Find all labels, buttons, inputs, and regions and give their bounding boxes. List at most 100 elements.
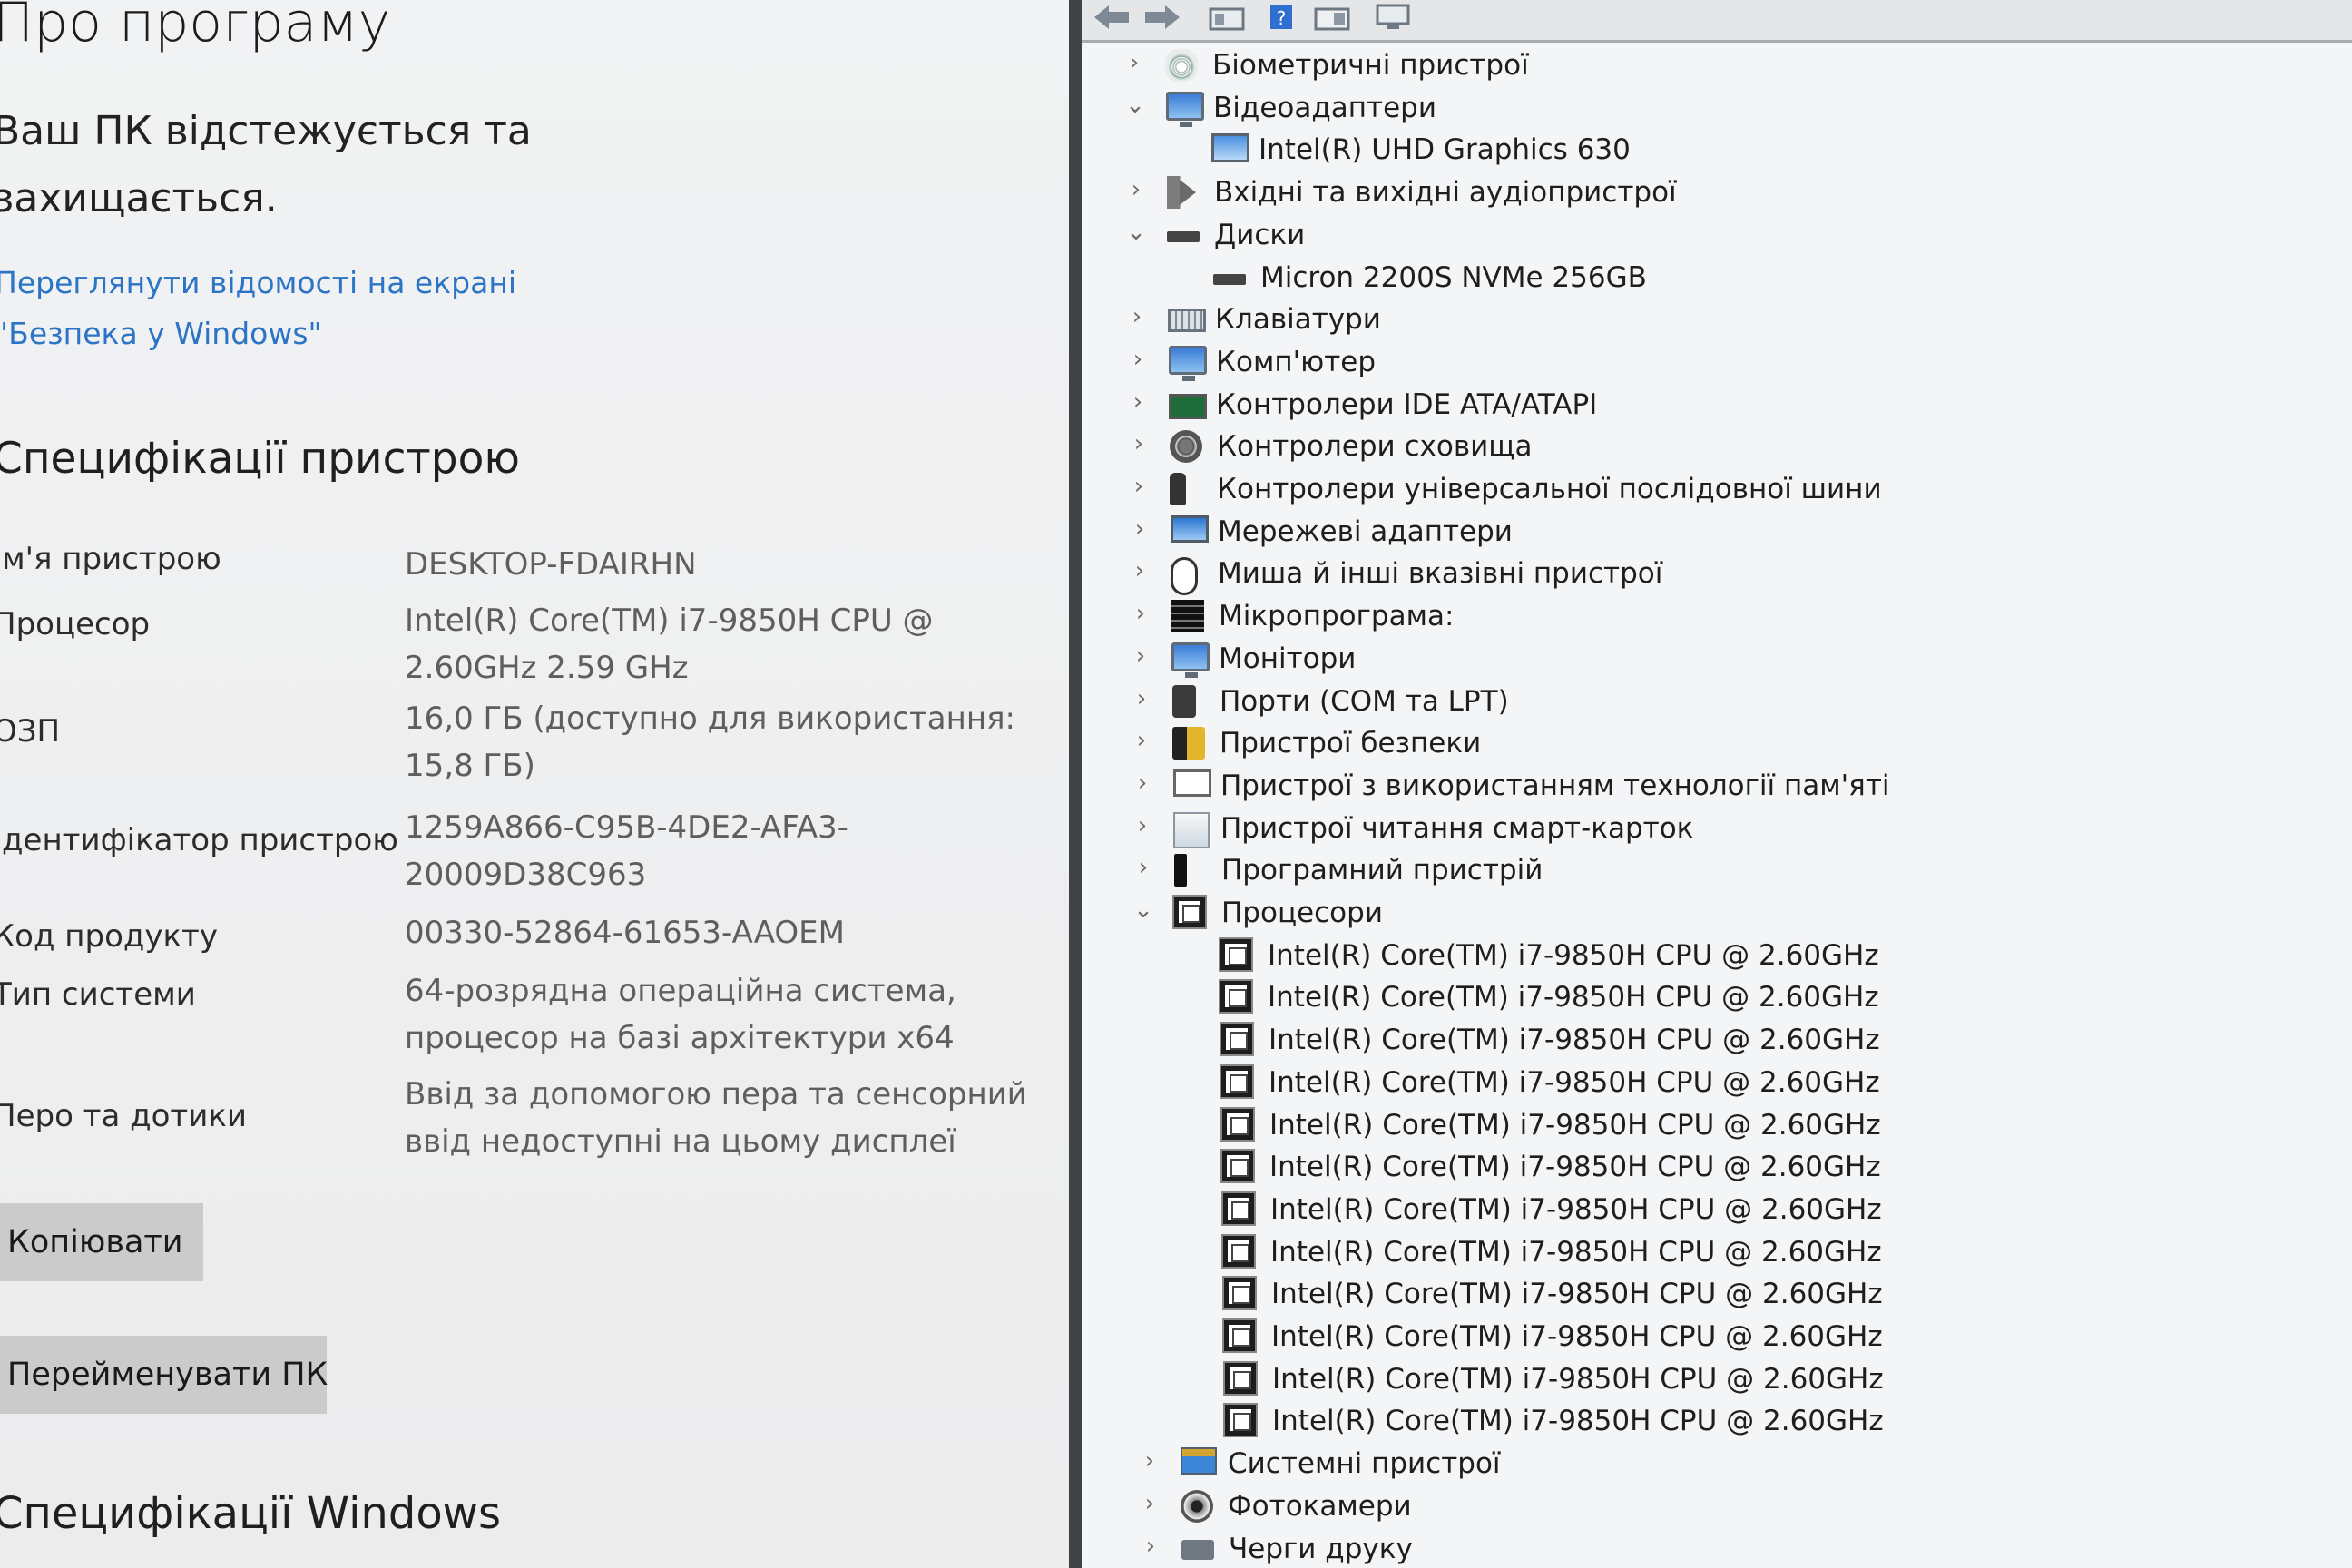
tree-item-label: Intel(R) Core(TM) i7-9850H CPU @ 2.60GHz <box>1271 1320 1883 1353</box>
audio-device-icon <box>1167 176 1200 209</box>
tree-item-label: Intel(R) Core(TM) i7-9850H CPU @ 2.60GHz <box>1272 1363 1884 1396</box>
chevron-right-icon[interactable]: › <box>1123 49 1145 76</box>
chevron-down-icon[interactable]: ⌄ <box>1124 92 1146 119</box>
soft-device-icon <box>1174 854 1187 887</box>
forward-icon[interactable] <box>1140 2 1183 33</box>
chevron-right-icon[interactable]: › <box>1139 1447 1161 1475</box>
tree-item-label: Intel(R) Core(TM) i7-9850H CPU @ 2.60GHz <box>1269 1024 1880 1056</box>
spec-label: Процесор <box>0 606 151 642</box>
print-device-icon <box>1181 1540 1214 1560</box>
spec-value: DESKTOP-FDAIRHN <box>405 546 697 583</box>
tree-item-label: Монітори <box>1219 642 1357 675</box>
page-title: Про програму <box>0 0 391 54</box>
tree-item-label: Пристрої з використанням технології пам'… <box>1220 769 1890 802</box>
cpu-device-icon <box>1225 1405 1256 1436</box>
show-hidden-icon[interactable] <box>1310 2 1354 33</box>
tree-item-label: Контролери універсальної послідовної шин… <box>1217 473 1882 505</box>
properties-icon[interactable] <box>1205 2 1249 33</box>
monitor-device-icon <box>1166 92 1204 127</box>
chevron-down-icon[interactable]: ⌄ <box>1132 897 1154 924</box>
tree-item-label: Intel(R) Core(TM) i7-9850H CPU @ 2.60GHz <box>1270 1193 1882 1226</box>
windows-security-link[interactable]: Переглянути відомості на екрані "Безпека… <box>0 258 648 359</box>
rename-pc-button[interactable]: Перейменувати ПК <box>0 1336 328 1414</box>
tree-item-label: Intel(R) Core(TM) i7-9850H CPU @ 2.60GHz <box>1271 1278 1883 1310</box>
scan-icon[interactable] <box>1372 2 1416 33</box>
monitor-device-icon <box>1171 642 1210 678</box>
tree-item-label: Системні пристрої <box>1228 1447 1501 1480</box>
device-specs-heading: Специфікації пристрою <box>0 434 520 484</box>
kbd-device-icon <box>1168 309 1206 332</box>
cpu-device-icon <box>1222 1109 1253 1140</box>
spec-label: Ідентифікатор пристрою <box>0 822 398 858</box>
spec-value: 1259A866-C95B-4DE2-AFA3-20009D38C963 <box>405 809 848 893</box>
cpu-device-icon <box>1220 939 1251 970</box>
sys-device-icon <box>1181 1447 1217 1475</box>
gpu-device-icon <box>1211 133 1250 162</box>
chevron-right-icon[interactable]: › <box>1128 473 1150 500</box>
disk-device-icon <box>1213 274 1246 285</box>
svg-text:?: ? <box>1277 7 1287 29</box>
chevron-right-icon[interactable]: › <box>1129 515 1151 543</box>
chevron-right-icon[interactable]: › <box>1126 303 1148 330</box>
chevron-right-icon[interactable]: › <box>1131 685 1152 712</box>
tree-item-label: Micron 2200S NVMe 256GB <box>1260 261 1647 294</box>
tree-item-label: Вхідні та вихідні аудіопристрої <box>1214 176 1677 209</box>
cam-device-icon <box>1181 1490 1213 1523</box>
tree-item-label: Миша й інші вказівні пристрої <box>1218 557 1663 590</box>
spec-value: Ввід за допомогою пера та сенсорний ввід… <box>405 1076 1027 1160</box>
chevron-right-icon[interactable]: › <box>1127 346 1149 373</box>
tree-item-label: Клавіатури <box>1215 303 1381 336</box>
smart-device-icon <box>1173 812 1210 848</box>
tree-item-label: Мережеві адаптери <box>1218 515 1513 548</box>
help-icon[interactable]: ? <box>1259 2 1303 33</box>
spec-value: 00330-52864-61653-AAOEM <box>405 915 845 951</box>
cpu-device-icon <box>1222 1151 1253 1181</box>
spec-label: Ім'я пристрою <box>0 541 221 577</box>
chevron-down-icon[interactable]: ⌄ <box>1125 219 1147 246</box>
tree-item-label: Процесори <box>1221 897 1383 929</box>
chevron-right-icon[interactable]: › <box>1132 812 1153 839</box>
cpu-device-icon <box>1221 1066 1252 1097</box>
usb-device-icon <box>1170 473 1186 505</box>
chevron-right-icon[interactable]: › <box>1128 430 1150 457</box>
chevron-right-icon[interactable]: › <box>1130 600 1152 627</box>
chevron-right-icon[interactable]: › <box>1132 769 1153 797</box>
chevron-right-icon[interactable]: › <box>1132 854 1154 881</box>
tree-item-label: Мікропрограма: <box>1219 600 1455 632</box>
tree-item-label: Порти (COM та LPT) <box>1220 685 1509 718</box>
cpu-device-icon <box>1223 1193 1254 1224</box>
spec-label: Код продукту <box>0 918 218 955</box>
cpu-device-icon <box>1223 1236 1254 1267</box>
tree-item-label: Диски <box>1214 219 1306 251</box>
spec-label: Перо та дотики <box>0 1098 247 1134</box>
tree-item-label: Intel(R) Core(TM) i7-9850H CPU @ 2.60GHz <box>1269 1151 1881 1183</box>
chevron-right-icon[interactable]: › <box>1139 1490 1161 1517</box>
spec-label: ОЗП <box>0 713 61 750</box>
copy-button[interactable]: Копіювати <box>0 1203 203 1281</box>
chevron-right-icon[interactable]: › <box>1125 176 1147 203</box>
cpu-device-icon <box>1225 1363 1256 1394</box>
back-icon[interactable] <box>1091 2 1134 33</box>
storage-device-icon <box>1170 430 1202 463</box>
tree-item-label: Пристрої читання смарт-карток <box>1220 812 1694 845</box>
firm-device-icon <box>1171 600 1204 632</box>
mem-device-icon <box>1173 769 1211 797</box>
cpu-device-icon <box>1220 981 1251 1012</box>
tree-item-label: Intel(R) Core(TM) i7-9850H CPU @ 2.60GHz <box>1272 1405 1884 1437</box>
cpu-device-icon <box>1221 1024 1252 1054</box>
chevron-right-icon[interactable]: › <box>1127 388 1149 416</box>
port-device-icon <box>1172 685 1196 718</box>
device-manager-toolbar: ? <box>1082 0 2352 43</box>
tree-item-label: Intel(R) UHD Graphics 630 <box>1259 133 1631 166</box>
chevron-right-icon[interactable]: › <box>1140 1533 1161 1560</box>
tree-item-label: Пристрої безпеки <box>1220 727 1482 760</box>
sec-device-icon <box>1172 727 1205 760</box>
chevron-right-icon[interactable]: › <box>1129 557 1151 584</box>
tree-item-label: Intel(R) Core(TM) i7-9850H CPU @ 2.60GHz <box>1270 1236 1882 1269</box>
tree-item-label: Черги друку <box>1229 1533 1413 1565</box>
cpu-device-icon <box>1224 1278 1255 1308</box>
chevron-right-icon[interactable]: › <box>1130 642 1152 670</box>
device-manager-window: ? › Біометричні пристрої ⌄ Відеоадаптери Int… <box>1082 0 2352 1568</box>
tree-item-label: Intel(R) Core(TM) i7-9850H CPU @ 2.60GHz <box>1269 1066 1880 1099</box>
chevron-right-icon[interactable]: › <box>1131 727 1152 754</box>
